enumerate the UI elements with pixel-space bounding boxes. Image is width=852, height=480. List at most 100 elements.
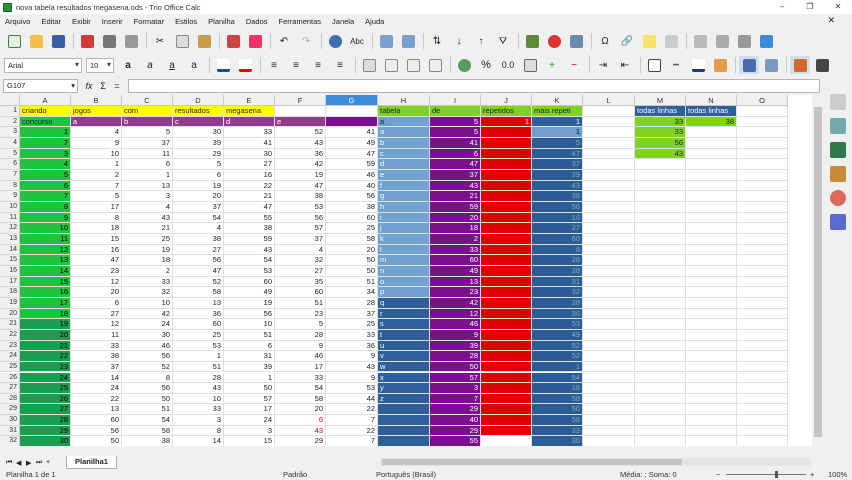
cell-l5[interactable] [583,148,635,160]
cell-l29[interactable] [583,404,635,416]
cell-b15[interactable]: 47 [71,255,122,266]
cell-j26[interactable]: 1 [481,372,532,384]
row-header[interactable]: 13 [0,233,20,245]
menu-estilos[interactable]: Estilos [175,17,197,26]
cell-i18[interactable]: 23 [430,287,481,298]
cell-i16[interactable]: 49 [430,265,481,277]
cell-k28[interactable]: 58 [532,393,583,405]
cell-l13[interactable] [583,233,635,245]
cell-m31[interactable] [635,425,686,437]
cell-n17[interactable] [686,276,737,288]
cell-k11[interactable]: 16 [532,212,583,224]
cell-g16[interactable]: 50 [326,265,378,277]
cell-n2[interactable]: 38 [686,116,737,128]
cell-j9[interactable]: 1 [481,191,532,202]
cell-i24[interactable]: 28 [430,351,481,362]
cell-f11[interactable]: 56 [275,212,326,224]
cell-a23[interactable]: 21 [20,340,71,352]
cell-d13[interactable]: 38 [173,233,224,245]
cell-h17[interactable]: o [378,276,430,288]
cell-j11[interactable]: 1 [481,212,532,224]
conditional-format-icon[interactable] [710,56,730,74]
cell-e8[interactable]: 22 [224,180,275,192]
cell-d30[interactable]: 3 [173,415,224,426]
cell-g32[interactable]: 7 [326,436,378,446]
column-header-d[interactable]: D [173,95,224,106]
cell-f29[interactable]: 20 [275,404,326,416]
cell-n25[interactable] [686,361,737,373]
cell-o20[interactable] [737,308,788,320]
cell-c22[interactable]: 30 [122,329,173,341]
cell-i29[interactable]: 29 [430,404,481,416]
column-icon[interactable] [398,32,418,50]
cell-g29[interactable]: 22 [326,404,378,416]
cell-b18[interactable]: 20 [71,287,122,298]
cell-i31[interactable]: 29 [430,425,481,437]
cell-f28[interactable]: 58 [275,393,326,405]
cell-k32[interactable]: 30 [532,436,583,446]
row-header[interactable]: 24 [0,351,20,362]
cell-a2[interactable]: concurso [20,116,71,128]
cell-g4[interactable]: 49 [326,137,378,149]
row-header[interactable]: 22 [0,329,20,341]
cell-c25[interactable]: 52 [122,361,173,373]
cell-b29[interactable]: 13 [71,404,122,416]
cell-l32[interactable] [583,436,635,446]
cell-m17[interactable] [635,276,686,288]
cell-j3[interactable]: 1 [481,127,532,138]
cell-j2[interactable]: 1 [481,116,532,128]
cell-l22[interactable] [583,329,635,341]
cell-g13[interactable]: 58 [326,233,378,245]
cell-n30[interactable] [686,415,737,426]
cell-o32[interactable] [737,436,788,446]
column-header-k[interactable]: K [532,95,583,106]
cell-m22[interactable] [635,329,686,341]
cell-a22[interactable]: 20 [20,329,71,341]
cell-g26[interactable]: 9 [326,372,378,384]
cell-e18[interactable]: 49 [224,287,275,298]
cell-e24[interactable]: 31 [224,351,275,362]
cell-h7[interactable]: e [378,169,430,181]
cell-i8[interactable]: 43 [430,180,481,192]
cell-b7[interactable]: 2 [71,169,122,181]
border-color-icon[interactable] [688,56,708,74]
cell-j18[interactable]: 1 [481,287,532,298]
number-format-button[interactable]: 0.0 [498,56,518,74]
cell-d16[interactable]: 47 [173,265,224,277]
row-header[interactable]: 14 [0,244,20,256]
row-header[interactable]: 12 [0,223,20,234]
cell-j20[interactable]: 1 [481,308,532,320]
cell-f10[interactable]: 53 [275,201,326,213]
cell-h25[interactable]: w [378,361,430,373]
cell-l26[interactable] [583,372,635,384]
cell-h2[interactable]: a [378,116,430,128]
cell-l12[interactable] [583,223,635,234]
cell-l10[interactable] [583,201,635,213]
cell-a17[interactable]: 15 [20,276,71,288]
sort-ascending-icon[interactable]: ↓ [449,32,469,50]
cell-d28[interactable]: 10 [173,393,224,405]
cell-d15[interactable]: 56 [173,255,224,266]
cell-o11[interactable] [737,212,788,224]
column-header-e[interactable]: E [224,95,275,106]
cell-n11[interactable] [686,212,737,224]
cell-m26[interactable] [635,372,686,384]
cell-h30[interactable] [378,415,430,426]
cell-o21[interactable] [737,319,788,330]
cell-j17[interactable]: 1 [481,276,532,288]
cell-j10[interactable]: 1 [481,201,532,213]
cell-h20[interactable]: r [378,308,430,320]
last-sheet-icon[interactable]: ⏭ [36,459,46,467]
cell-e27[interactable]: 50 [224,383,275,394]
cell-e4[interactable]: 41 [224,137,275,149]
add-sheet-icon[interactable]: + [46,459,56,466]
cell-b22[interactable]: 11 [71,329,122,341]
cell-b2[interactable]: a [71,116,122,128]
cell-l2[interactable] [583,116,635,128]
cell-c10[interactable]: 4 [122,201,173,213]
cell-n12[interactable] [686,223,737,234]
cell-h32[interactable] [378,436,430,446]
horizontal-scrollbar[interactable] [380,458,810,466]
cell-f15[interactable]: 32 [275,255,326,266]
cell-h19[interactable]: q [378,297,430,309]
